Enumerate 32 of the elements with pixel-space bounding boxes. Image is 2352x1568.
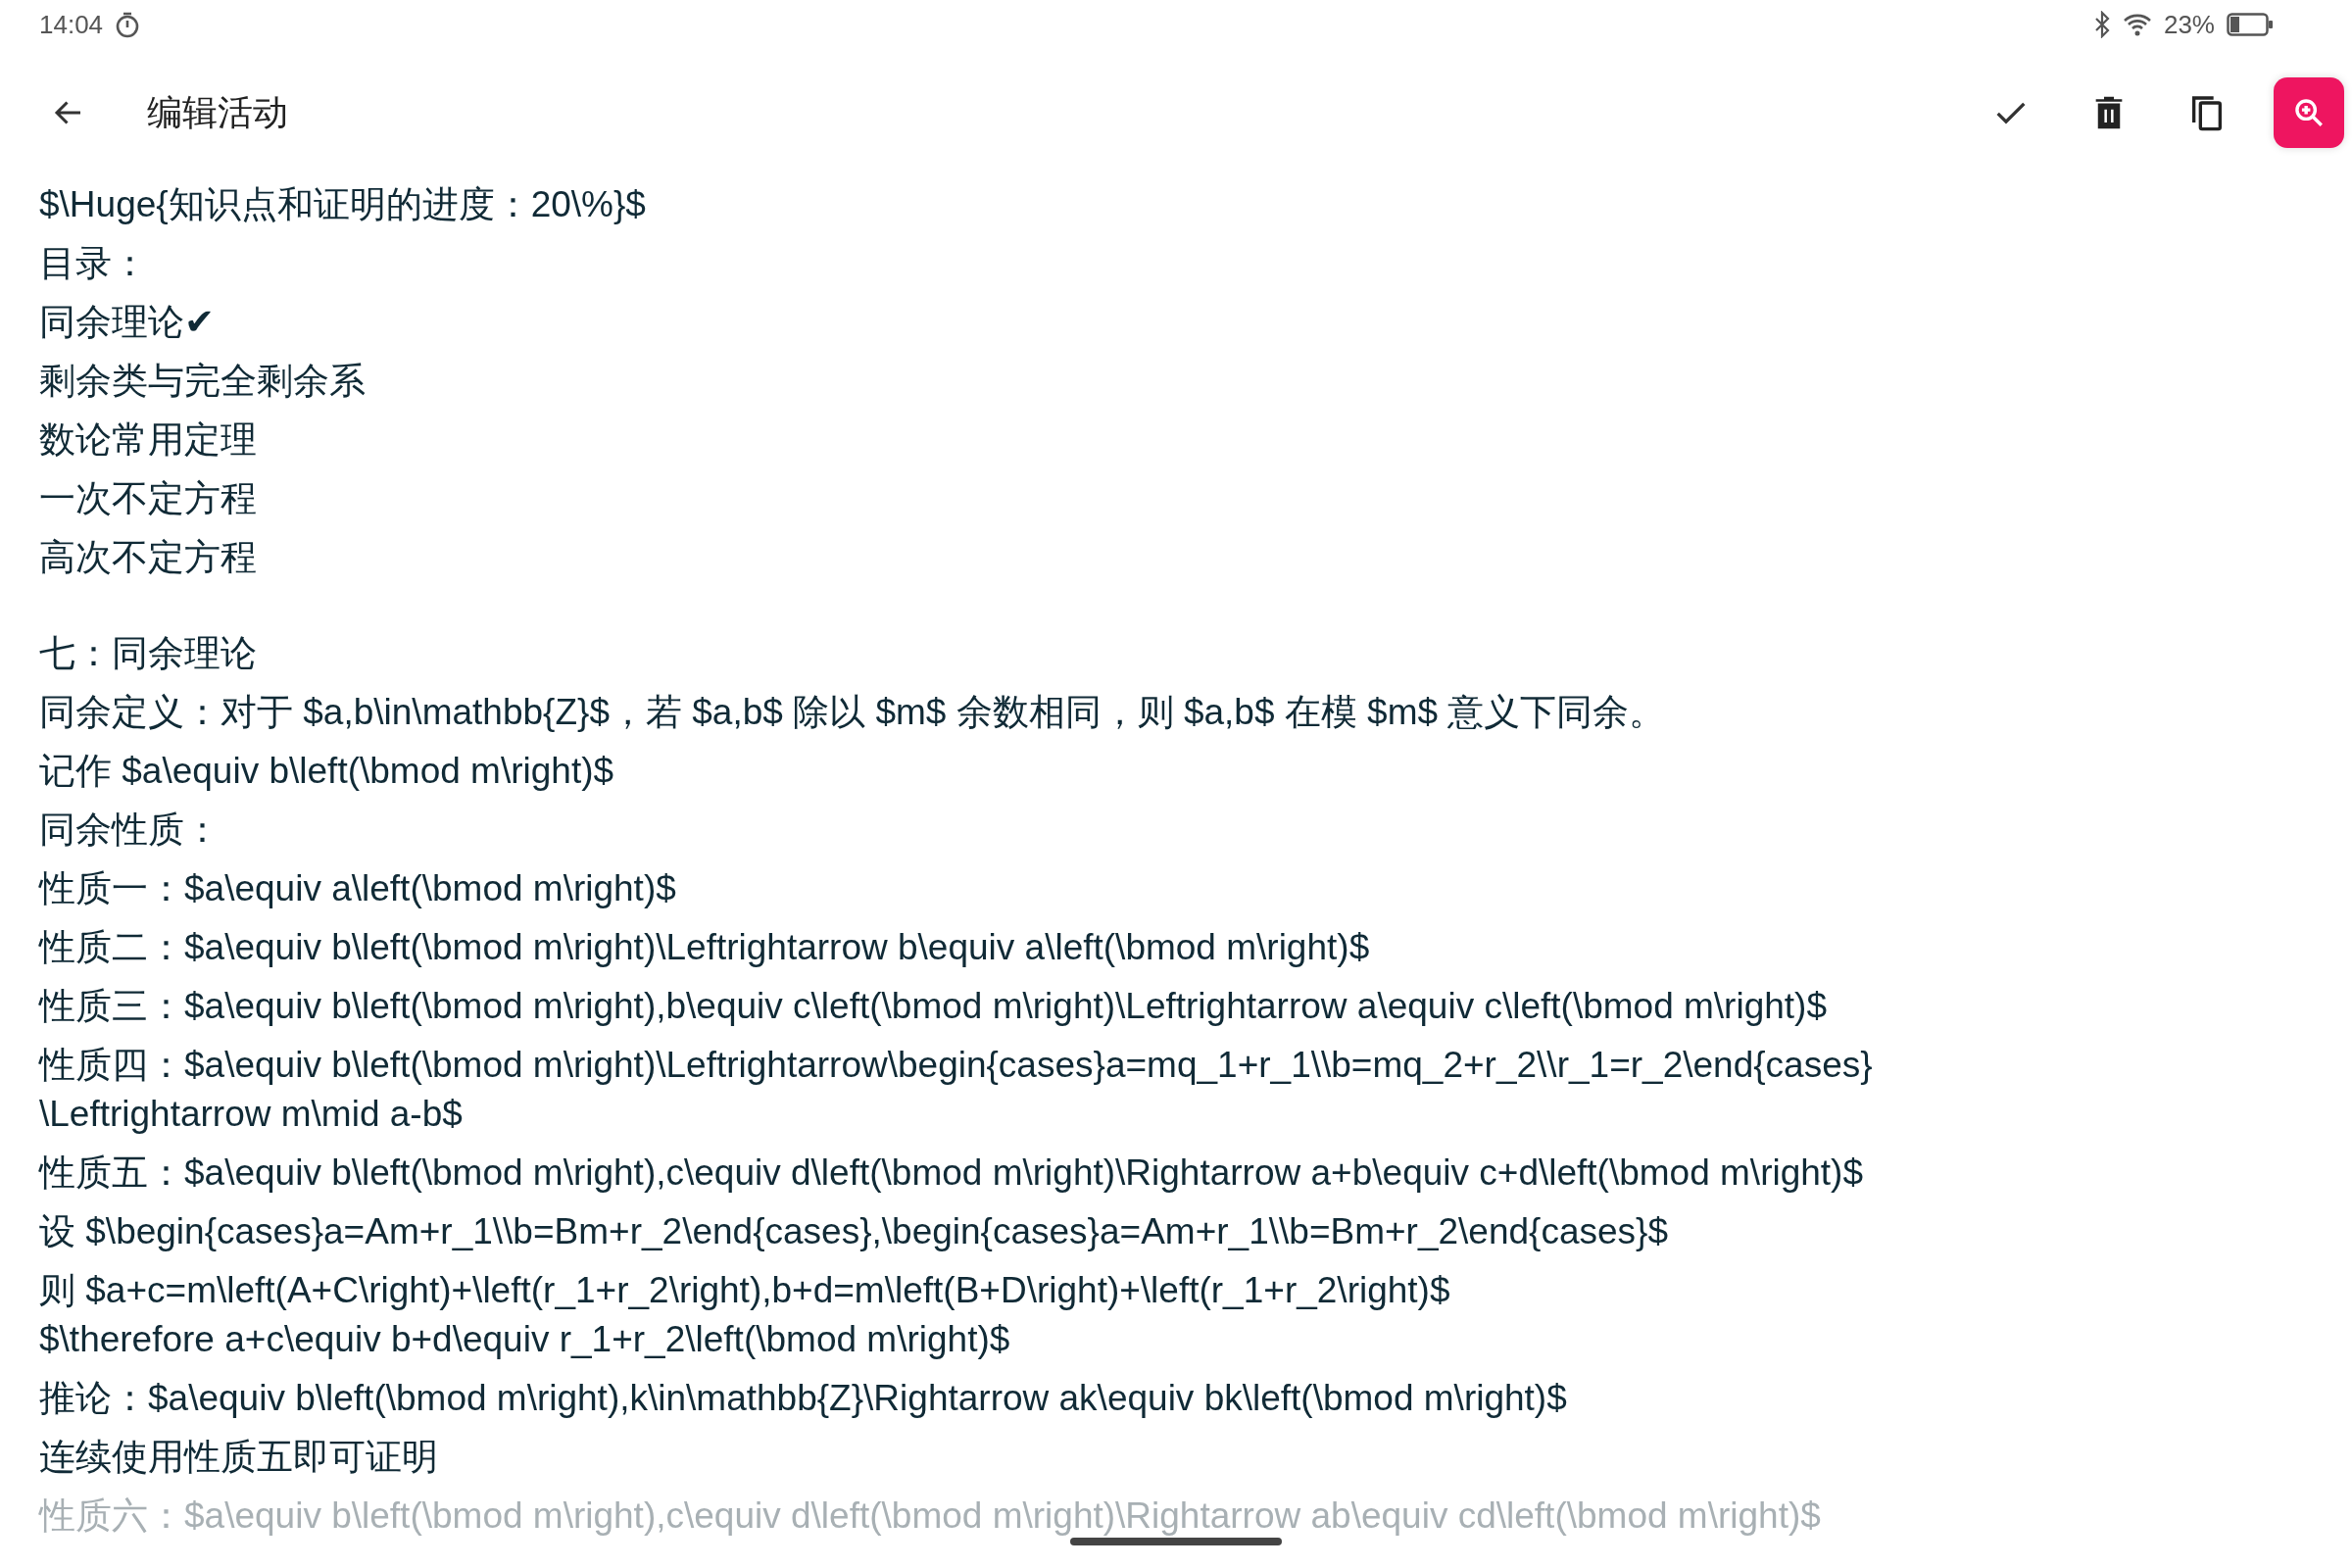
status-time: 14:04 — [39, 9, 104, 40]
text-line: 同余理论✔ — [39, 301, 216, 344]
text-line: 高次不定方程 — [39, 536, 258, 579]
text-line: 推论：$a\equiv b\left(\bmod m\right),k\in\mathbb{Z}\Rightarrow ak\equiv bk\left(\bmod m\right)$ — [39, 1377, 1568, 1420]
timer-icon — [115, 11, 141, 38]
text-line: 目录： — [39, 242, 149, 285]
text-line: 性质六：$a\equiv b\left(\bmod m\right),c\equiv d\left(\bmod m\right)\Rightarrow ab\equiv cd\left(\bmod m\right)$ — [39, 1494, 1822, 1538]
text-line: 性质五：$a\equiv b\left(\bmod m\right),c\equiv d\left(\bmod m\right)\Rightarrow a+b\equiv c+d\left(\bmod m\right)$ — [39, 1152, 1865, 1195]
text-line: 同余性质： — [39, 808, 221, 852]
text-line: 七：同余理论 — [39, 632, 258, 675]
text-line: 则 $a+c=m\left(A+C\right)+\left(r_1+r_2\right),b+d=m\left(B+D\right)+\left(r_1+r_2\right)$ — [39, 1269, 1451, 1312]
text-line: 剩余类与完全剩余系 — [39, 360, 367, 403]
text-line: 性质二：$a\equiv b\left(\bmod m\right)\Leftrightarrow b\equiv a\left(\bmod m\right)$ — [39, 926, 1371, 969]
text-line: 性质四：$a\equiv b\left(\bmod m\right)\Leftrightarrow\begin{cases}a=mq_1+r_1\\b=mq_2+r_2\\r_1=r_2\end{cases} — [39, 1044, 1874, 1087]
text-line: 一次不定方程 — [39, 477, 258, 520]
battery-percent: 23% — [2163, 9, 2215, 40]
text-line: 性质一：$a\equiv a\left(\bmod m\right)$ — [39, 867, 677, 910]
text-line: 同余定义：对于 $a,b\in\mathbb{Z}$，若 $a,b$ 除以 $m$ 余数相同，则 $a,b$ 在模 $m$ 意义下同余。 — [39, 691, 1667, 734]
text-line: 连续使用性质五即可证明 — [39, 1436, 439, 1479]
screen-title: 编辑活动 — [147, 90, 288, 134]
battery-icon — [2227, 13, 2274, 36]
text-line: 设 $\begin{cases}a=Am+r_1\\b=Bm+r_2\end{cases},\begin{cases}a=Am+r_1\\b=Bm+r_2\end{cases}$ — [39, 1210, 1670, 1253]
text-line: 数论常用定理 — [39, 418, 258, 462]
text-line: \Leftrightarrow m\mid a-b$ — [39, 1093, 464, 1136]
zoom-button[interactable] — [2274, 77, 2344, 148]
bluetooth-icon — [2092, 11, 2111, 38]
text-line: 性质三：$a\equiv b\left(\bmod m\right),b\equiv c\left(\bmod m\right)\Leftrightarrow a\equiv c\left(\bmod m\right)$ — [39, 985, 1828, 1028]
text-line: $\Huge{知识点和证明的进度：20\%}$ — [39, 183, 647, 226]
zoom-in-icon — [2292, 96, 2326, 129]
text-line: 记作 $a\equiv b\left(\bmod m\right)$ — [39, 750, 615, 793]
text-line: $\therefore a+c\equiv b+d\equiv r_1+r_2\left(\bmod m\right)$ — [39, 1318, 1011, 1361]
wifi-icon — [2122, 13, 2152, 36]
